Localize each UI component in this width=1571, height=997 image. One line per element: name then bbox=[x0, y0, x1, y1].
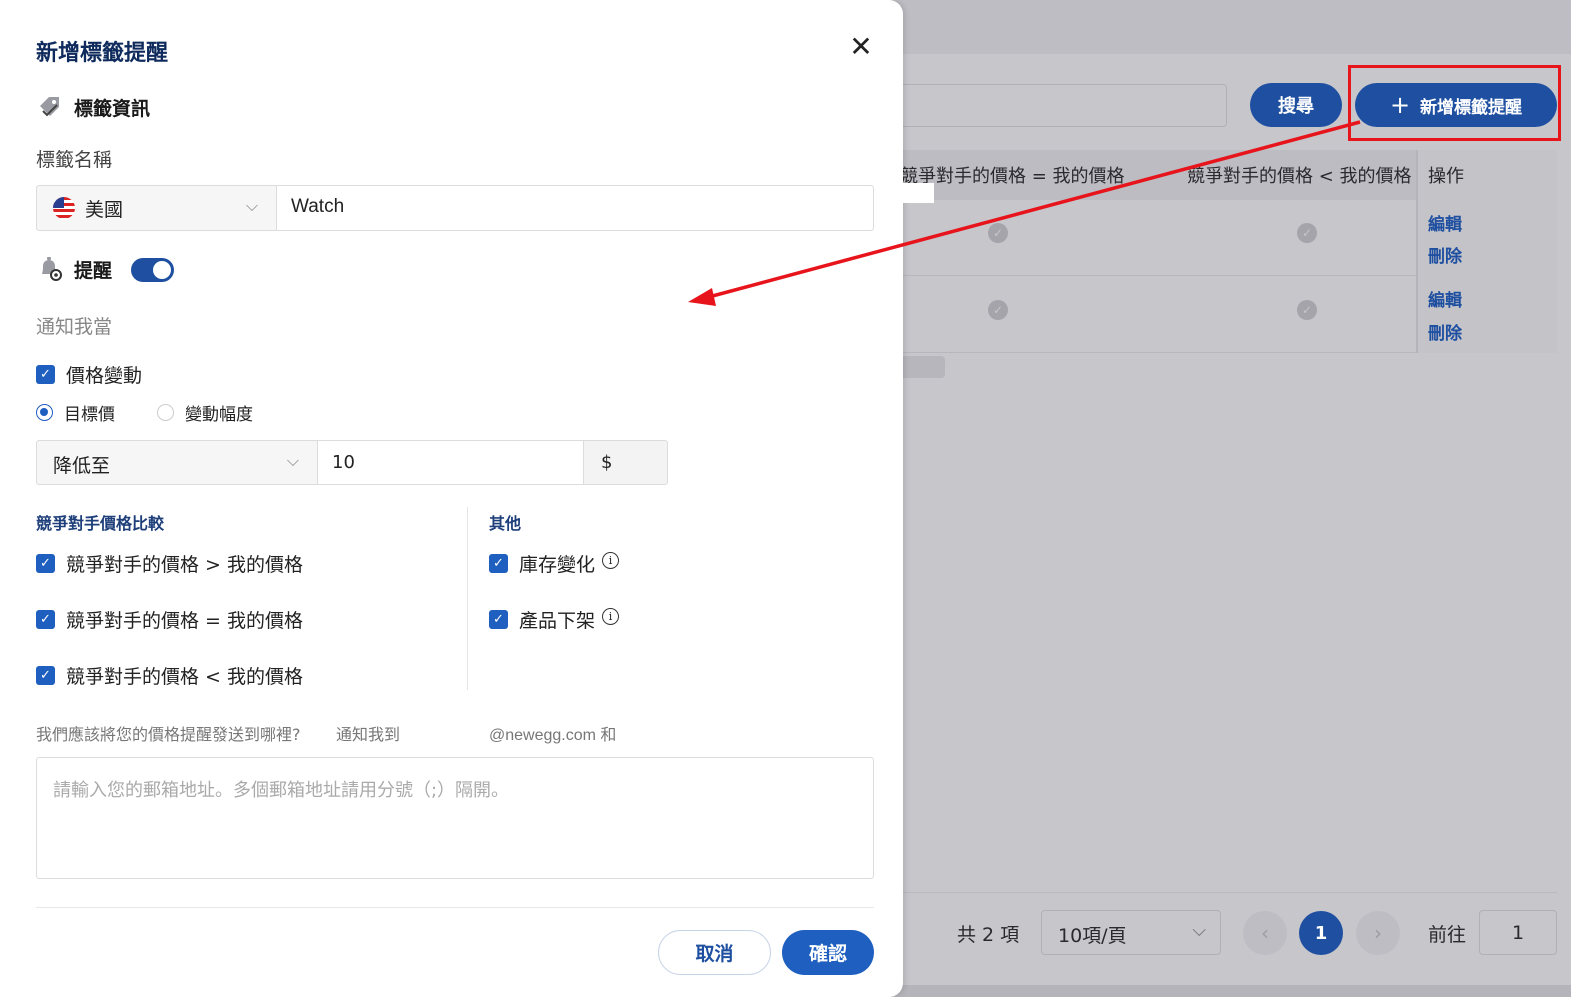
stock-change-checkbox[interactable]: ✓ 庫存變化 i bbox=[489, 550, 620, 577]
edit-link[interactable]: 編輯 bbox=[1428, 286, 1462, 311]
direction-select[interactable]: 降低至 ⌵ bbox=[36, 440, 318, 485]
radio-range-label: 變動幅度 bbox=[185, 405, 253, 425]
competitor-less-checkbox[interactable]: ✓ 競爭對手的價格 < 我的價格 bbox=[36, 662, 303, 689]
search-input[interactable] bbox=[895, 84, 1227, 127]
next-page-button[interactable]: › bbox=[1356, 911, 1400, 955]
check-circle-icon: ✓ bbox=[988, 223, 1008, 243]
info-icon[interactable]: i bbox=[602, 608, 620, 625]
page-button-current[interactable]: 1 bbox=[1299, 911, 1343, 955]
column-divider bbox=[467, 507, 468, 690]
checkmark-icon: ✓ bbox=[489, 610, 508, 629]
overlap-patch bbox=[900, 183, 934, 203]
competitor-equal-label: 競爭對手的價格 = 我的價格 bbox=[66, 610, 303, 632]
check-circle-icon: ✓ bbox=[1297, 300, 1317, 320]
remind-title: 提醒 bbox=[74, 259, 113, 282]
total-count: 共 2 項 bbox=[957, 924, 1020, 946]
tag-info-header: 標籤資訊 bbox=[36, 93, 150, 121]
country-select[interactable]: 美國 ⌵ bbox=[36, 185, 277, 231]
chevron-left-icon: ‹ bbox=[1261, 921, 1269, 945]
notify-when-label: 通知我當 bbox=[36, 316, 113, 338]
stock-change-label: 庫存變化 bbox=[519, 554, 596, 576]
competitor-compare-title: 競爭對手價格比較 bbox=[36, 514, 165, 533]
country-value: 美國 bbox=[85, 198, 124, 221]
price-change-checkbox[interactable]: ✓ 價格變動 bbox=[36, 361, 142, 388]
radio-selected-icon bbox=[36, 404, 53, 421]
column-header-equal: 競爭對手的價格 = 我的價格 bbox=[900, 166, 1125, 187]
chevron-down-icon: ⌵ bbox=[286, 451, 299, 470]
highlight-box bbox=[1348, 65, 1561, 141]
product-delisted-label: 產品下架 bbox=[519, 610, 596, 632]
delete-link[interactable]: 刪除 bbox=[1428, 319, 1462, 344]
tag-icon bbox=[36, 93, 64, 121]
tag-name-label: 標籤名稱 bbox=[36, 149, 113, 171]
radio-target-price[interactable]: 目標價 bbox=[36, 400, 115, 425]
goto-label: 前往 bbox=[1428, 924, 1467, 946]
chevron-down-icon: ⌵ bbox=[245, 196, 258, 215]
competitor-greater-checkbox[interactable]: ✓ 競爭對手的價格 > 我的價格 bbox=[36, 550, 303, 577]
checkmark-icon: ✓ bbox=[489, 554, 508, 573]
delete-link[interactable]: 刪除 bbox=[1428, 242, 1462, 267]
check-circle-icon: ✓ bbox=[1297, 223, 1317, 243]
checkmark-icon: ✓ bbox=[36, 365, 55, 384]
competitor-less-label: 競爭對手的價格 < 我的價格 bbox=[66, 666, 303, 688]
drawer-title: 新增標籤提醒 bbox=[36, 41, 169, 66]
competitor-greater-label: 競爭對手的價格 > 我的價格 bbox=[66, 554, 303, 576]
footer-divider bbox=[36, 907, 874, 908]
tag-name-input[interactable]: Watch bbox=[277, 185, 874, 231]
add-tag-alert-drawer: 新增標籤提醒 ✕ 標籤資訊 標籤名稱 美國 ⌵ Watch 提醒 通知我當 ✓ … bbox=[0, 0, 903, 997]
search-button-label: 搜尋 bbox=[1278, 96, 1314, 117]
column-header-less: 競爭對手的價格 < 我的價格 bbox=[1187, 166, 1412, 187]
edit-link[interactable]: 編輯 bbox=[1428, 210, 1462, 235]
chevron-right-icon: › bbox=[1374, 921, 1382, 945]
email-question: 我們應該將您的價格提醒發送到哪裡? bbox=[36, 725, 301, 744]
radio-change-range[interactable]: 變動幅度 bbox=[157, 400, 253, 425]
price-change-label: 價格變動 bbox=[66, 365, 143, 387]
email-domain: @newegg.com 和 bbox=[489, 727, 617, 744]
cancel-button[interactable]: 取消 bbox=[658, 930, 771, 975]
checkmark-icon: ✓ bbox=[36, 554, 55, 573]
confirm-button[interactable]: 確認 bbox=[782, 930, 874, 975]
checkmark-icon: ✓ bbox=[36, 666, 55, 685]
bell-gear-icon bbox=[36, 255, 64, 283]
checkmark-icon: ✓ bbox=[36, 610, 55, 629]
column-header-actions: 操作 bbox=[1428, 166, 1464, 187]
goto-page-input[interactable]: 1 bbox=[1479, 910, 1557, 955]
radio-target-label: 目標價 bbox=[64, 405, 115, 425]
competitor-equal-checkbox[interactable]: ✓ 競爭對手的價格 = 我的價格 bbox=[36, 606, 303, 633]
direction-value: 降低至 bbox=[53, 455, 111, 477]
product-delisted-checkbox[interactable]: ✓ 產品下架 i bbox=[489, 606, 620, 633]
prev-page-button[interactable]: ‹ bbox=[1243, 911, 1287, 955]
page-size-value: 10項/頁 bbox=[1058, 925, 1127, 947]
email-textarea[interactable]: 請輸入您的郵箱地址。多個郵箱地址請用分號（;）隔開。 bbox=[36, 757, 874, 879]
bottom-scrollbar bbox=[895, 985, 1571, 997]
close-icon[interactable]: ✕ bbox=[848, 32, 874, 62]
tag-info-title: 標籤資訊 bbox=[74, 97, 151, 120]
remind-header: 提醒 bbox=[36, 255, 112, 283]
check-circle-icon: ✓ bbox=[988, 300, 1008, 320]
notify-to-label: 通知我到 bbox=[336, 725, 401, 744]
info-icon[interactable]: i bbox=[602, 552, 620, 569]
radio-unselected-icon bbox=[157, 404, 174, 421]
page-size-select[interactable]: 10項/頁 ⌵ bbox=[1041, 910, 1221, 955]
search-button[interactable]: 搜尋 bbox=[1250, 83, 1342, 127]
other-title: 其他 bbox=[489, 514, 522, 533]
chevron-down-icon: ⌵ bbox=[1192, 920, 1206, 941]
remind-toggle[interactable] bbox=[131, 258, 174, 282]
us-flag-icon bbox=[53, 197, 75, 219]
footer-divider bbox=[895, 892, 1557, 893]
price-value-input[interactable]: 10 bbox=[318, 440, 584, 485]
currency-label: $ bbox=[583, 440, 668, 485]
